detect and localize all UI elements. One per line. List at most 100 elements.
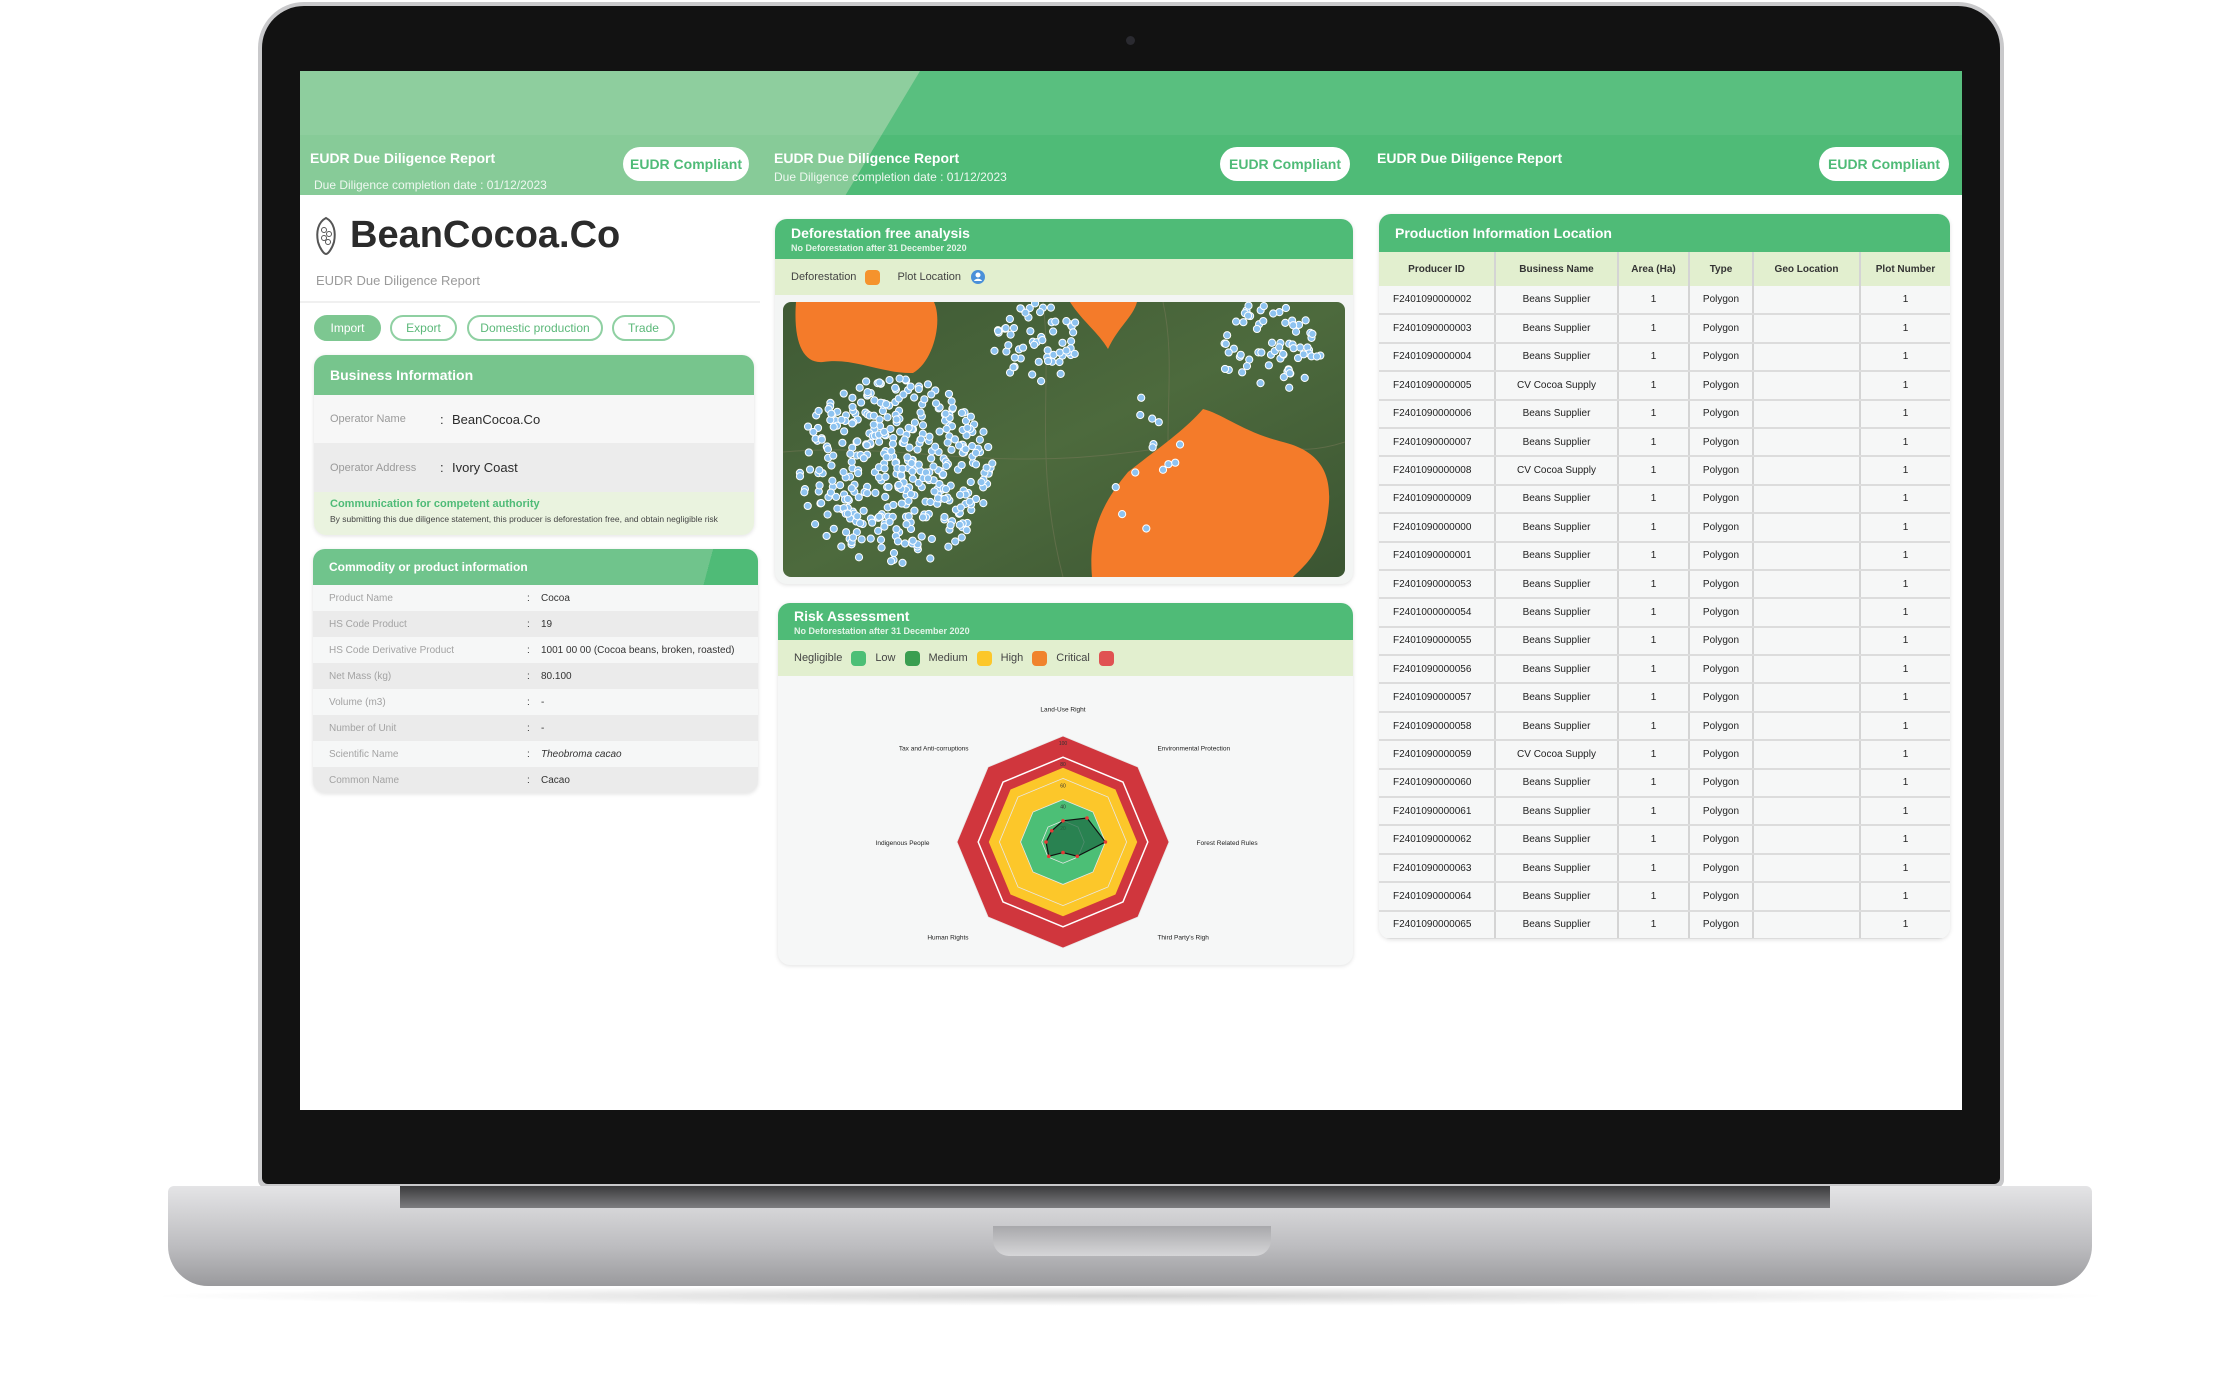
plot-location-marker[interactable] (795, 472, 805, 481)
plot-location-marker[interactable] (1036, 308, 1045, 317)
plot-location-marker[interactable] (1028, 370, 1037, 379)
plot-location-marker[interactable] (1300, 373, 1309, 382)
plot-location-marker[interactable] (1259, 316, 1268, 326)
plot-location-marker[interactable] (817, 435, 826, 444)
plot-location-marker[interactable] (942, 424, 951, 434)
plot-location-marker[interactable] (803, 501, 812, 511)
plot-location-marker[interactable] (1111, 483, 1120, 492)
plot-location-marker[interactable] (918, 513, 928, 522)
table-row[interactable]: F2401090000058 Beans Supplier 1 Polygon 1 (1379, 711, 1950, 742)
plot-location-marker[interactable] (886, 557, 896, 566)
plot-location-marker[interactable] (888, 439, 897, 448)
plot-location-marker[interactable] (923, 474, 933, 483)
plot-location-marker[interactable] (863, 489, 872, 498)
plot-location-marker[interactable] (868, 518, 877, 527)
tab-export[interactable]: Export (390, 315, 457, 341)
eudr-compliant-badge[interactable]: EUDR Compliant (1220, 147, 1350, 181)
plot-location-marker[interactable] (1009, 323, 1019, 333)
column-header[interactable]: Area (Ha) (1618, 252, 1690, 286)
plot-location-marker[interactable] (869, 420, 878, 429)
plot-location-marker[interactable] (859, 454, 868, 463)
plot-location-marker[interactable] (927, 390, 936, 399)
plot-location-marker[interactable] (906, 490, 916, 499)
plot-location-marker[interactable] (914, 384, 923, 394)
tab-import[interactable]: Import (314, 315, 381, 341)
plot-location-marker[interactable] (847, 457, 856, 466)
plot-location-marker[interactable] (1037, 377, 1046, 386)
table-row[interactable]: F2401090000055 Beans Supplier 1 Polygon 1 (1379, 626, 1950, 657)
column-header[interactable]: Geo Location (1753, 252, 1861, 286)
plot-location-marker[interactable] (1055, 348, 1064, 357)
plot-location-marker[interactable] (1269, 309, 1278, 318)
plot-location-marker[interactable] (1285, 383, 1294, 392)
plot-location-marker[interactable] (883, 413, 892, 422)
plot-location-marker[interactable] (895, 374, 904, 383)
plot-location-marker[interactable] (1009, 363, 1018, 372)
plot-location-marker[interactable] (823, 510, 832, 519)
deforestation-map[interactable] (783, 302, 1345, 577)
plot-location-marker[interactable] (800, 488, 809, 497)
plot-location-marker[interactable] (1279, 372, 1288, 382)
table-row[interactable]: F2401090000008 CV Cocoa Supply 1 Polygon 1 (1379, 456, 1950, 486)
table-row[interactable]: F2401090000000 Beans Supplier 1 Polygon 1 (1379, 513, 1950, 543)
plot-location-marker[interactable] (885, 375, 894, 385)
plot-location-marker[interactable] (866, 534, 875, 543)
table-row[interactable]: F2401090000053 Beans Supplier 1 Polygon 1 (1379, 569, 1950, 600)
plot-location-marker[interactable] (966, 477, 975, 487)
plot-location-marker[interactable] (944, 542, 953, 551)
plot-location-marker[interactable] (855, 383, 864, 392)
plot-location-marker[interactable] (1299, 350, 1308, 359)
plot-location-marker[interactable] (954, 441, 964, 450)
plot-location-marker[interactable] (900, 539, 910, 548)
plot-location-marker[interactable] (965, 497, 974, 506)
plot-location-marker[interactable] (939, 470, 948, 479)
plot-location-marker[interactable] (898, 464, 907, 473)
plot-location-marker[interactable] (1043, 356, 1053, 366)
plot-location-marker[interactable] (940, 512, 949, 522)
plot-location-marker[interactable] (892, 525, 901, 534)
plot-location-marker[interactable] (947, 445, 956, 454)
plot-location-marker[interactable] (1062, 346, 1071, 355)
plot-location-marker[interactable] (914, 460, 923, 469)
plot-location-marker[interactable] (1289, 321, 1298, 330)
plot-location-marker[interactable] (862, 441, 871, 450)
plot-location-marker[interactable] (840, 427, 849, 436)
plot-location-marker[interactable] (1010, 353, 1019, 362)
column-header[interactable]: Type (1689, 252, 1754, 286)
plot-location-marker[interactable] (955, 520, 964, 529)
plot-location-marker[interactable] (828, 476, 837, 485)
plot-location-marker[interactable] (892, 415, 901, 424)
table-row[interactable]: F2401090000002 Beans Supplier 1 Polygon 1 (1379, 286, 1950, 316)
plot-location-marker[interactable] (843, 494, 852, 504)
plot-location-marker[interactable] (931, 399, 941, 408)
plot-location-marker[interactable] (1154, 418, 1163, 427)
plot-location-marker[interactable] (849, 533, 858, 542)
plot-location-marker[interactable] (1021, 308, 1030, 317)
plot-location-marker[interactable] (876, 535, 886, 544)
plot-location-marker[interactable] (1220, 364, 1230, 374)
plot-location-marker[interactable] (1221, 339, 1230, 348)
plot-location-marker[interactable] (982, 463, 991, 472)
plot-location-marker[interactable] (916, 408, 925, 417)
plot-location-marker[interactable] (846, 449, 855, 458)
plot-location-marker[interactable] (1071, 318, 1080, 327)
plot-location-marker[interactable] (1175, 440, 1185, 449)
plot-location-marker[interactable] (904, 512, 913, 521)
plot-location-marker[interactable] (926, 497, 935, 507)
plot-location-marker[interactable] (848, 402, 857, 412)
plot-location-marker[interactable] (1142, 524, 1151, 533)
plot-location-marker[interactable] (1001, 324, 1010, 333)
plot-location-marker[interactable] (863, 388, 872, 397)
plot-location-marker[interactable] (910, 506, 919, 515)
plot-location-marker[interactable] (1281, 318, 1290, 327)
plot-location-marker[interactable] (841, 528, 851, 537)
plot-location-marker[interactable] (1158, 465, 1168, 474)
table-row[interactable]: F2401090000004 Beans Supplier 1 Polygon 1 (1379, 342, 1950, 373)
plot-location-marker[interactable] (1058, 338, 1067, 347)
tab-trade[interactable]: Trade (612, 315, 675, 341)
plot-location-marker[interactable] (1264, 361, 1273, 370)
plot-location-marker[interactable] (829, 422, 838, 431)
plot-location-marker[interactable] (891, 383, 900, 392)
plot-location-marker[interactable] (1030, 340, 1039, 349)
plot-location-marker[interactable] (838, 438, 847, 447)
